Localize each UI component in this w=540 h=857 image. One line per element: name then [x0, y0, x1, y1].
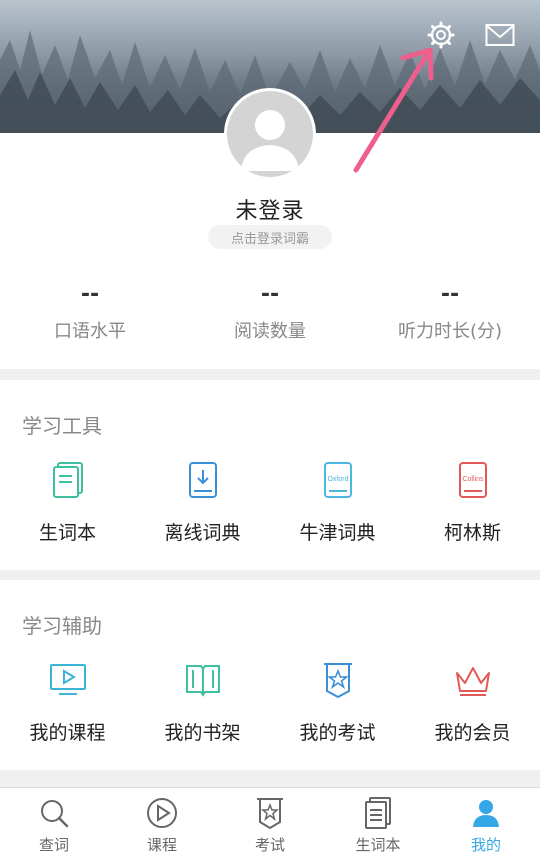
login-button[interactable]: 点击登录词霸: [208, 225, 332, 249]
messages-button[interactable]: [483, 18, 517, 52]
stat-reading-count[interactable]: -- 阅读数量: [180, 281, 360, 343]
bottom-tab-bar: 查词 课程 考试 生词本 我的: [0, 787, 540, 857]
assist-my-exams[interactable]: 我的考试: [270, 660, 405, 745]
tab-exams[interactable]: 考试: [216, 788, 324, 857]
settings-button[interactable]: [424, 18, 458, 52]
crown-icon: [453, 660, 493, 700]
assist-my-courses[interactable]: 我的课程: [0, 660, 135, 745]
stat-label: 阅读数量: [234, 321, 306, 342]
tab-lookup[interactable]: 查词: [0, 788, 108, 857]
study-assist-section: 学习辅助 我的课程 我的书架 我的考试 我的会员: [0, 580, 540, 770]
section-title: 学习辅助: [22, 614, 102, 638]
course-video-icon: [48, 660, 88, 700]
vocabulary-book-icon: [48, 460, 88, 500]
tool-collins-dictionary[interactable]: Collins 柯林斯: [405, 460, 540, 545]
stat-value: --: [260, 282, 280, 307]
bookshelf-icon: [183, 660, 223, 700]
tool-vocabulary-book[interactable]: 生词本: [0, 460, 135, 545]
assist-my-membership[interactable]: 我的会员: [405, 660, 540, 745]
tool-label: 我的考试: [299, 722, 376, 744]
default-user-icon: [241, 110, 299, 171]
tab-label: 课程: [146, 836, 177, 854]
stat-speaking-level[interactable]: -- 口语水平: [0, 281, 180, 343]
assist-my-bookshelf[interactable]: 我的书架: [135, 660, 270, 745]
search-icon: [37, 796, 71, 830]
stat-listening-time[interactable]: -- 听力时长(分): [360, 281, 540, 343]
tool-label: 我的课程: [29, 722, 106, 744]
exam-icon: [253, 796, 287, 830]
tool-label: 离线词典: [164, 522, 241, 544]
stat-value: --: [80, 282, 100, 307]
tool-label: 生词本: [38, 522, 96, 544]
tab-label: 查词: [38, 836, 69, 854]
tab-label: 考试: [254, 836, 285, 854]
stat-label: 口语水平: [54, 321, 126, 342]
tool-offline-dictionary[interactable]: 离线词典: [135, 460, 270, 545]
tool-label: 我的书架: [164, 722, 241, 744]
oxford-dictionary-icon: Oxford: [318, 460, 358, 500]
tab-label: 我的: [470, 836, 501, 854]
exam-badge-icon: [318, 660, 358, 700]
stat-value: --: [440, 282, 460, 307]
mail-icon: [485, 24, 515, 46]
offline-dictionary-icon: [183, 460, 223, 500]
svg-text:Oxford: Oxford: [327, 476, 348, 483]
tab-vocabulary[interactable]: 生词本: [324, 788, 432, 857]
tool-label: 柯林斯: [443, 522, 501, 544]
notebook-icon: [361, 796, 395, 830]
collins-dictionary-icon: Collins: [453, 460, 493, 500]
gear-icon: [427, 21, 455, 49]
study-tools-section: 学习工具 生词本 离线词典 Oxford 牛津词典 Collins 柯林斯: [0, 380, 540, 570]
tool-label: 我的会员: [434, 722, 511, 744]
profile-icon: [469, 796, 503, 830]
tab-label: 生词本: [355, 836, 401, 854]
stat-label: 听力时长(分): [397, 321, 503, 342]
tool-label: 牛津词典: [299, 522, 376, 544]
tab-mine[interactable]: 我的: [432, 788, 540, 857]
avatar[interactable]: [224, 88, 316, 180]
section-title: 学习工具: [22, 414, 102, 438]
play-icon: [145, 796, 179, 830]
username[interactable]: 未登录: [0, 193, 540, 225]
tab-courses[interactable]: 课程: [108, 788, 216, 857]
svg-text:Collins: Collins: [462, 476, 484, 483]
stats-row: -- 口语水平 -- 阅读数量 -- 听力时长(分): [0, 281, 540, 343]
tool-oxford-dictionary[interactable]: Oxford 牛津词典: [270, 460, 405, 545]
